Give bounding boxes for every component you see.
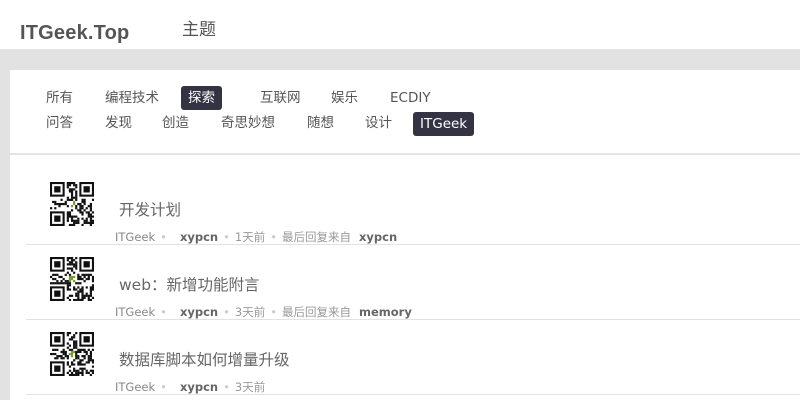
meta-separator: •	[160, 230, 167, 244]
node-tabs: 所有 编程技术 探索 互联网 娱乐 ECDIY 问答 发现 创造 奇思妙想 随想…	[10, 70, 800, 154]
tab-qa[interactable]: 问答	[46, 114, 73, 132]
topic-item: 开发计划 ITGeek • xypcn • 1天前 • 最后回复来自 xypcn	[26, 170, 800, 245]
topic-time: 1天前	[234, 230, 266, 244]
topic-item: web：新增功能附言 ITGeek • xypcn • 3天前 • 最后回复来自 memory	[26, 245, 800, 320]
tab-internet[interactable]: 互联网	[260, 89, 301, 107]
qr-code-avatar-icon[interactable]	[50, 257, 94, 301]
top-bar: ITGeek.Top 主题	[0, 0, 800, 50]
meta-separator: •	[223, 230, 230, 244]
topic-time: 3天前	[234, 380, 266, 394]
tab-design[interactable]: 设计	[365, 114, 392, 132]
topic-meta: ITGeek • xypcn • 3天前	[115, 379, 265, 395]
meta-separator: •	[160, 380, 167, 394]
topic-title-link[interactable]: web：新增功能附言	[119, 275, 260, 295]
last-reply-user-link[interactable]: xypcn	[359, 230, 397, 244]
tab-explore[interactable]: 探索	[181, 86, 222, 110]
tab-entertainment[interactable]: 娱乐	[331, 89, 358, 107]
last-reply-user-link[interactable]: memory	[359, 305, 412, 319]
last-reply-label: 最后回复来自	[282, 230, 352, 244]
tab-ecdiy[interactable]: ECDIY	[390, 89, 431, 107]
qr-code-avatar-icon[interactable]	[50, 182, 94, 226]
tab-ideas[interactable]: 奇思妙想	[221, 114, 275, 132]
topic-node-link[interactable]: ITGeek	[115, 230, 155, 244]
tab-programming[interactable]: 编程技术	[105, 89, 159, 107]
topic-list: 开发计划 ITGeek • xypcn • 1天前 • 最后回复来自 xypcn web：新增…	[10, 155, 800, 400]
meta-separator: •	[160, 305, 167, 319]
meta-separator: •	[223, 305, 230, 319]
topic-title-link[interactable]: 数据库脚本如何增量升级	[119, 350, 290, 370]
site-title-link[interactable]: ITGeek.Top	[20, 20, 129, 46]
topic-author-link[interactable]: xypcn	[180, 305, 218, 319]
topic-node-link[interactable]: ITGeek	[115, 380, 155, 394]
meta-separator: •	[223, 380, 230, 394]
topic-author-link[interactable]: xypcn	[180, 380, 218, 394]
tab-create[interactable]: 创造	[162, 114, 189, 132]
tab-itgeek[interactable]: ITGeek	[413, 112, 475, 136]
topic-author-link[interactable]: xypcn	[180, 230, 218, 244]
qr-code-avatar-icon[interactable]	[50, 332, 94, 376]
nav-topics-link[interactable]: 主题	[182, 18, 216, 42]
topic-node-link[interactable]: ITGeek	[115, 305, 155, 319]
meta-separator: •	[270, 230, 278, 244]
last-reply-label: 最后回复来自	[282, 305, 352, 319]
topic-time: 3天前	[234, 305, 266, 319]
topic-item: 数据库脚本如何增量升级 ITGeek • xypcn • 3天前	[26, 320, 800, 395]
topic-title-link[interactable]: 开发计划	[119, 200, 181, 220]
topic-meta: ITGeek • xypcn • 3天前 • 最后回复来自 memory	[115, 304, 412, 320]
meta-separator: •	[270, 305, 278, 319]
tab-all[interactable]: 所有	[46, 89, 73, 107]
topic-meta: ITGeek • xypcn • 1天前 • 最后回复来自 xypcn	[115, 229, 397, 245]
tab-discover[interactable]: 发现	[105, 114, 132, 132]
tab-thoughts[interactable]: 随想	[307, 114, 334, 132]
